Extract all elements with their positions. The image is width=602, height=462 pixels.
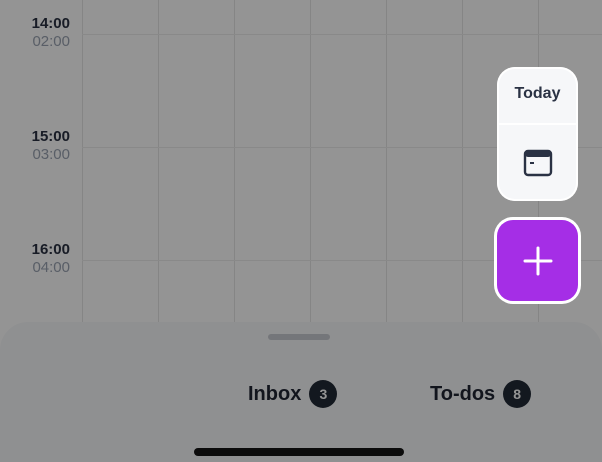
plus-icon [523,246,552,275]
today-card: Today [497,67,578,201]
home-indicator [194,448,404,456]
add-event-button[interactable] [497,220,578,301]
today-button[interactable]: Today [497,85,578,103]
calendar-icon [523,149,552,177]
calendar-button[interactable] [497,125,578,201]
